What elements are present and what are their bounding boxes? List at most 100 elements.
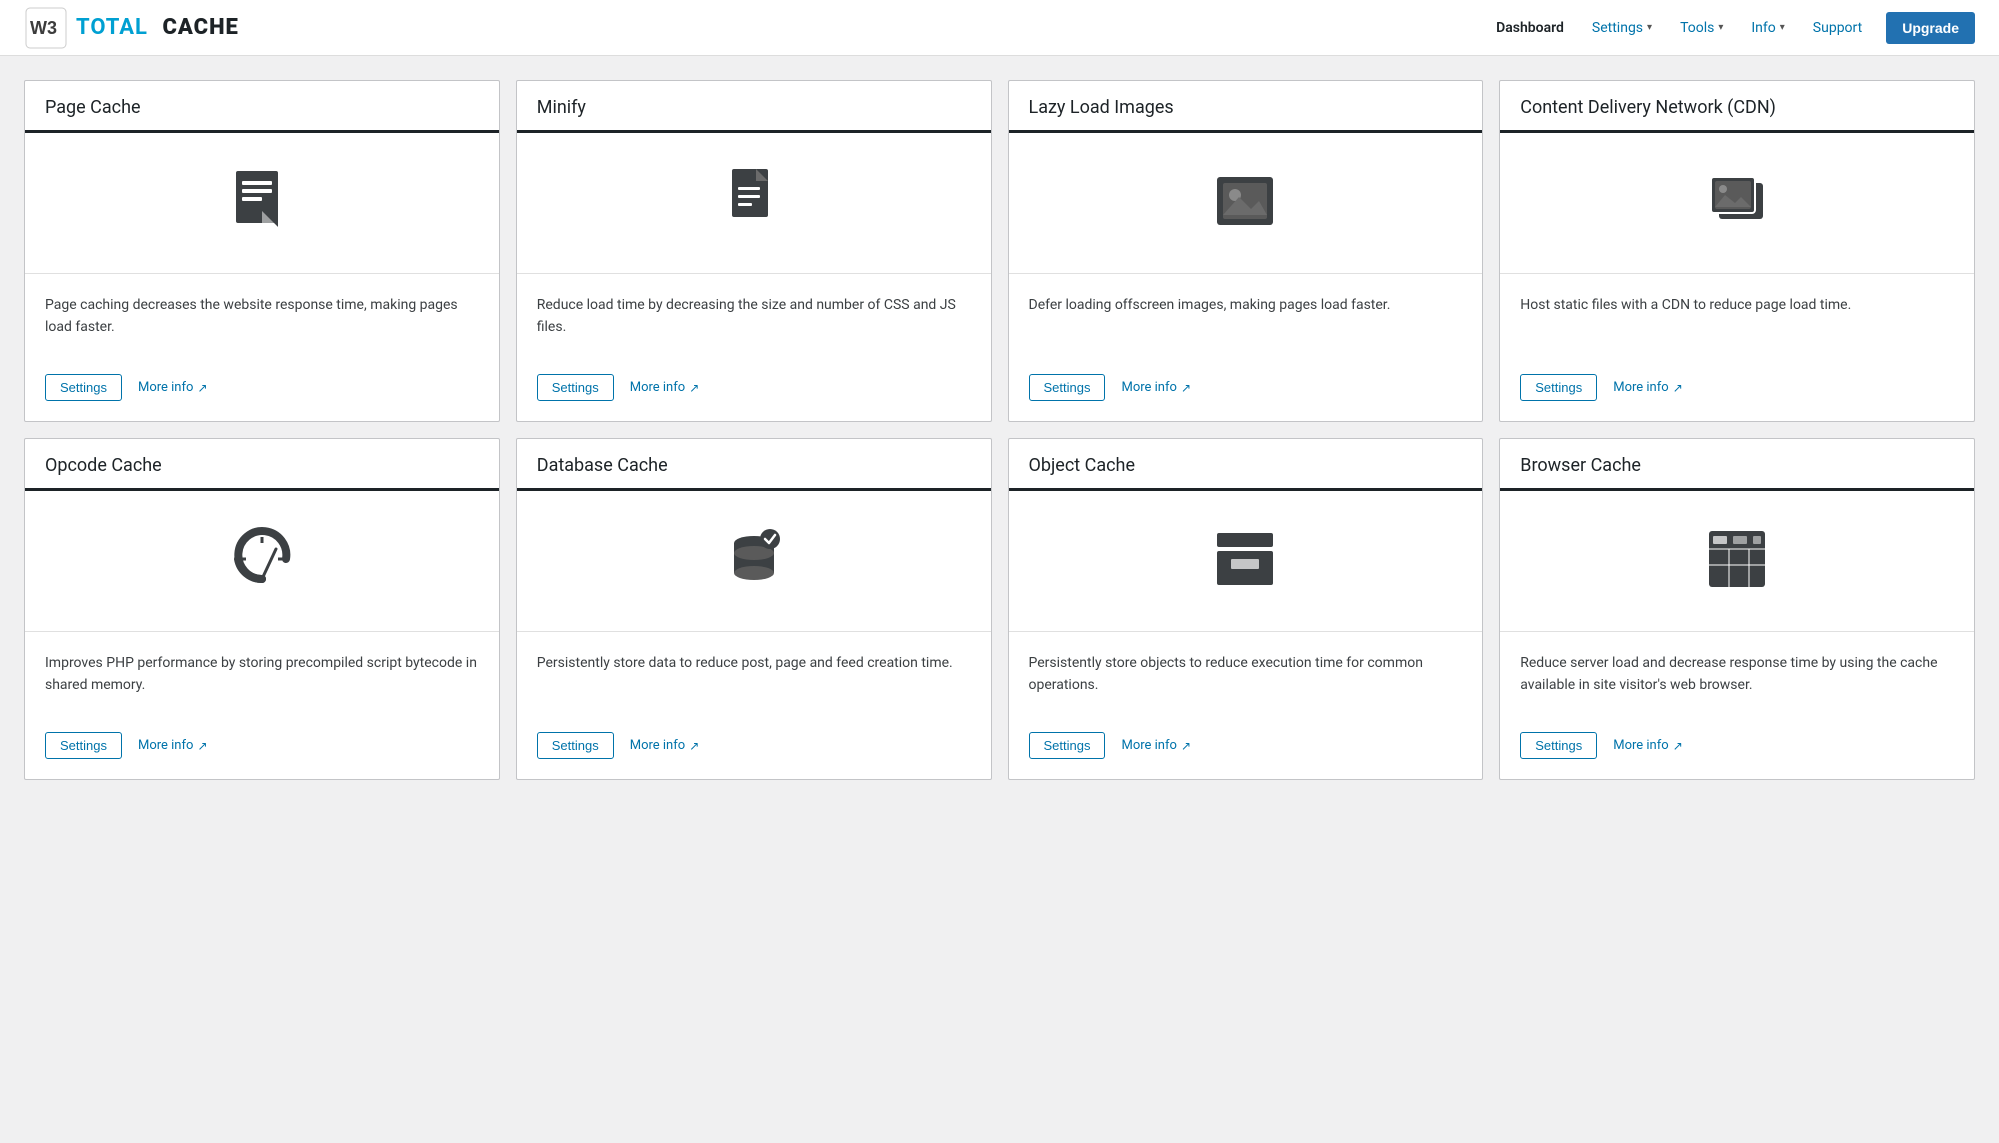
card-opcode-cache-more-info-link[interactable]: More info ↗	[138, 738, 208, 753]
card-lazy-load: Lazy Load Images Defer loading offscreen…	[1008, 80, 1484, 422]
card-page-cache-actions: Settings More info ↗	[45, 374, 479, 401]
card-lazy-load-title: Lazy Load Images	[1029, 97, 1463, 118]
card-page-cache-icon-area	[25, 133, 499, 274]
card-object-cache-title: Object Cache	[1029, 455, 1463, 476]
card-object-cache-more-info-link[interactable]: More info ↗	[1121, 738, 1191, 753]
card-object-cache-settings-button[interactable]: Settings	[1029, 732, 1106, 759]
card-page-cache-settings-button[interactable]: Settings	[45, 374, 122, 401]
card-cdn-description: Host static files with a CDN to reduce p…	[1520, 294, 1954, 354]
card-opcode-cache: Opcode Cache	[24, 438, 500, 780]
nav-info[interactable]: Info ▾	[1739, 14, 1796, 42]
card-lazy-load-description: Defer loading offscreen images, making p…	[1029, 294, 1463, 354]
card-opcode-cache-settings-button[interactable]: Settings	[45, 732, 122, 759]
card-database-cache-more-info-link[interactable]: More info ↗	[630, 738, 700, 753]
card-browser-cache-body: Reduce server load and decrease response…	[1500, 632, 1974, 779]
chevron-down-icon: ▾	[1647, 22, 1652, 33]
nav-support[interactable]: Support	[1801, 14, 1874, 42]
card-cdn-more-info-link[interactable]: More info ↗	[1613, 380, 1683, 395]
card-page-cache-body: Page caching decreases the website respo…	[25, 274, 499, 421]
card-minify-description: Reduce load time by decreasing the size …	[537, 294, 971, 354]
card-cdn-actions: Settings More info ↗	[1520, 374, 1954, 401]
upgrade-button[interactable]: Upgrade	[1886, 12, 1975, 44]
card-database-cache-description: Persistently store data to reduce post, …	[537, 652, 971, 712]
main-nav: Dashboard Settings ▾ Tools ▾ Info ▾ Supp…	[1484, 12, 1975, 44]
card-lazy-load-actions: Settings More info ↗	[1029, 374, 1463, 401]
browser-cache-icon	[1701, 523, 1773, 599]
card-minify-header: Minify	[517, 81, 991, 133]
logo: W3 TOTAL CACHE	[24, 6, 239, 50]
card-minify-more-info-link[interactable]: More info ↗	[630, 380, 700, 395]
card-opcode-cache-description: Improves PHP performance by storing prec…	[45, 652, 479, 712]
nav-settings[interactable]: Settings ▾	[1580, 14, 1664, 42]
external-link-icon: ↗	[689, 381, 699, 395]
card-browser-cache-header: Browser Cache	[1500, 439, 1974, 491]
card-cdn-body: Host static files with a CDN to reduce p…	[1500, 274, 1974, 421]
card-cdn-header: Content Delivery Network (CDN)	[1500, 81, 1974, 133]
card-database-cache-settings-button[interactable]: Settings	[537, 732, 614, 759]
card-cdn-icon-area	[1500, 133, 1974, 274]
card-minify-title: Minify	[537, 97, 971, 118]
cards-grid: Page Cache Page caching decreases the we…	[24, 80, 1975, 780]
card-browser-cache-icon-area	[1500, 491, 1974, 632]
card-object-cache-header: Object Cache	[1009, 439, 1483, 491]
minify-icon	[718, 165, 790, 241]
cdn-icon	[1701, 165, 1773, 241]
card-browser-cache-settings-button[interactable]: Settings	[1520, 732, 1597, 759]
card-lazy-load-icon-area	[1009, 133, 1483, 274]
card-page-cache-more-info-link[interactable]: More info ↗	[138, 380, 208, 395]
card-opcode-cache-actions: Settings More info ↗	[45, 732, 479, 759]
card-cdn-title: Content Delivery Network (CDN)	[1520, 97, 1954, 118]
card-minify-settings-button[interactable]: Settings	[537, 374, 614, 401]
database-icon	[718, 523, 790, 599]
card-lazy-load-header: Lazy Load Images	[1009, 81, 1483, 133]
external-link-icon: ↗	[1673, 381, 1683, 395]
card-cdn: Content Delivery Network (CDN) Host stat…	[1499, 80, 1975, 422]
external-link-icon: ↗	[1181, 739, 1191, 753]
card-database-cache-body: Persistently store data to reduce post, …	[517, 632, 991, 779]
card-opcode-cache-header: Opcode Cache	[25, 439, 499, 491]
card-lazy-load-settings-button[interactable]: Settings	[1029, 374, 1106, 401]
card-database-cache-title: Database Cache	[537, 455, 971, 476]
card-opcode-cache-body: Improves PHP performance by storing prec…	[25, 632, 499, 779]
card-opcode-cache-icon-area	[25, 491, 499, 632]
card-object-cache-body: Persistently store objects to reduce exe…	[1009, 632, 1483, 779]
card-page-cache-description: Page caching decreases the website respo…	[45, 294, 479, 354]
card-object-cache: Object Cache Persistently store objects …	[1008, 438, 1484, 780]
external-link-icon: ↗	[197, 739, 207, 753]
card-browser-cache-title: Browser Cache	[1520, 455, 1954, 476]
object-cache-icon	[1209, 523, 1281, 599]
logo-icon: W3	[24, 6, 68, 50]
card-database-cache-icon-area	[517, 491, 991, 632]
lazy-load-icon	[1209, 165, 1281, 241]
card-browser-cache-description: Reduce server load and decrease response…	[1520, 652, 1954, 712]
nav-tools[interactable]: Tools ▾	[1668, 14, 1735, 42]
card-object-cache-icon-area	[1009, 491, 1483, 632]
svg-text:W3: W3	[30, 18, 57, 38]
card-opcode-cache-title: Opcode Cache	[45, 455, 479, 476]
card-cdn-settings-button[interactable]: Settings	[1520, 374, 1597, 401]
nav-dashboard[interactable]: Dashboard	[1484, 14, 1576, 42]
card-minify: Minify Reduce load time by decreasing th…	[516, 80, 992, 422]
card-page-cache: Page Cache Page caching decreases the we…	[24, 80, 500, 422]
card-lazy-load-more-info-link[interactable]: More info ↗	[1121, 380, 1191, 395]
card-browser-cache: Browser Cache	[1499, 438, 1975, 780]
external-link-icon: ↗	[689, 739, 699, 753]
external-link-icon: ↗	[1181, 381, 1191, 395]
main-content: Page Cache Page caching decreases the we…	[0, 56, 1999, 804]
card-minify-actions: Settings More info ↗	[537, 374, 971, 401]
card-object-cache-actions: Settings More info ↗	[1029, 732, 1463, 759]
chevron-down-icon: ▾	[1780, 22, 1785, 33]
external-link-icon: ↗	[1673, 739, 1683, 753]
card-minify-body: Reduce load time by decreasing the size …	[517, 274, 991, 421]
chevron-down-icon: ▾	[1718, 22, 1723, 33]
card-minify-icon-area	[517, 133, 991, 274]
card-lazy-load-body: Defer loading offscreen images, making p…	[1009, 274, 1483, 421]
opcode-icon	[226, 523, 298, 599]
header: W3 TOTAL CACHE Dashboard Settings ▾ Tool…	[0, 0, 1999, 56]
card-page-cache-title: Page Cache	[45, 97, 479, 118]
card-page-cache-header: Page Cache	[25, 81, 499, 133]
card-object-cache-description: Persistently store objects to reduce exe…	[1029, 652, 1463, 712]
page-cache-icon	[226, 165, 298, 241]
card-database-cache-header: Database Cache	[517, 439, 991, 491]
card-browser-cache-more-info-link[interactable]: More info ↗	[1613, 738, 1683, 753]
